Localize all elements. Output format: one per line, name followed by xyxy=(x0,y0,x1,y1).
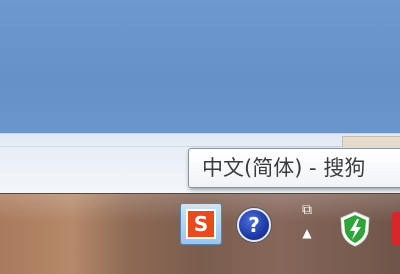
sogou-input-icon[interactable]: S xyxy=(180,203,222,245)
restore-window-icon: ⧉ xyxy=(302,202,312,218)
input-mode-icon[interactable]: ⧉ ▲ xyxy=(292,198,322,246)
help-glyph: ? xyxy=(248,213,260,237)
tooltip-text: 中文(简体) - 搜狗 xyxy=(202,156,366,180)
sogou-letter: S xyxy=(193,212,209,236)
window-status-block xyxy=(342,136,400,147)
red-app-icon[interactable] xyxy=(392,212,400,246)
sogou-logo: S xyxy=(186,209,216,239)
window-divider xyxy=(0,146,400,147)
arrow-up-icon: ▲ xyxy=(302,226,312,240)
help-icon[interactable]: ? xyxy=(237,208,271,242)
language-tooltip: 中文(简体) - 搜狗 xyxy=(188,148,400,188)
shield-svg xyxy=(340,211,370,247)
desktop-background xyxy=(0,0,400,133)
security-shield-icon[interactable] xyxy=(338,210,372,248)
